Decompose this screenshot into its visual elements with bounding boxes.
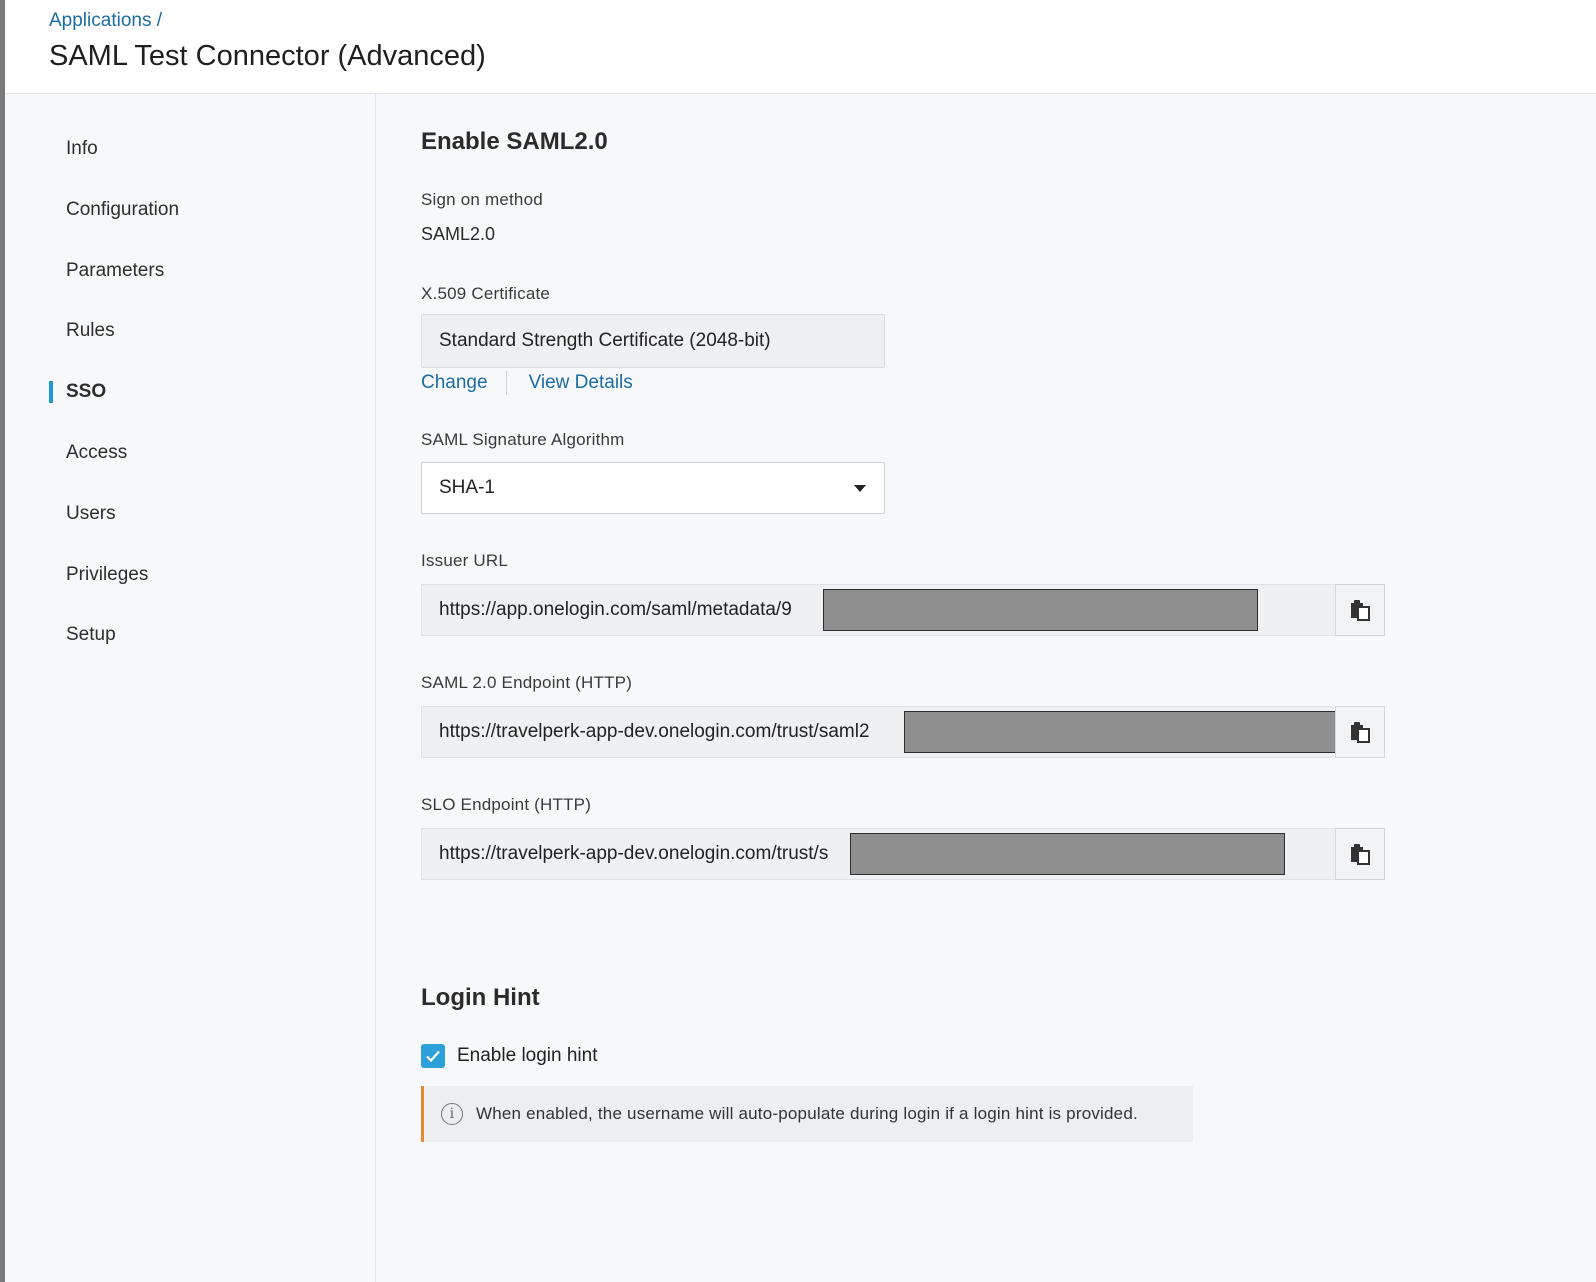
- enable-login-hint-label[interactable]: Enable login hint: [457, 1045, 598, 1067]
- active-indicator: [49, 381, 53, 403]
- login-hint-checkbox-row: Enable login hint: [421, 1044, 598, 1068]
- sidebar-item-label: SSO: [66, 381, 107, 402]
- copy-saml-endpoint-button[interactable]: [1335, 706, 1385, 758]
- info-icon: i: [441, 1103, 463, 1125]
- checkmark-icon: [426, 1050, 440, 1063]
- sidebar-item-label: Access: [66, 442, 128, 463]
- sidebar-item-setup[interactable]: Setup: [5, 610, 375, 660]
- sidebar-item-label: Parameters: [66, 260, 165, 281]
- sidebar-nav: Info Configuration Parameters Rules SSO …: [5, 94, 376, 1282]
- signature-algorithm-label: SAML Signature Algorithm: [421, 430, 625, 449]
- sidebar-item-label: Rules: [66, 320, 115, 341]
- enable-login-hint-checkbox[interactable]: [421, 1044, 445, 1068]
- notice-text: When enabled, the username will auto-pop…: [476, 1104, 1138, 1123]
- login-hint-notice: i When enabled, the username will auto-p…: [421, 1086, 1193, 1142]
- section-title-login-hint: Login Hint: [421, 984, 540, 1011]
- change-certificate-link[interactable]: Change: [421, 372, 488, 394]
- sidebar-item-users[interactable]: Users: [5, 489, 375, 539]
- certificate-field: Standard Strength Certificate (2048-bit): [421, 314, 885, 368]
- saml-endpoint-label: SAML 2.0 Endpoint (HTTP): [421, 673, 633, 692]
- issuer-url-row: https://app.onelogin.com/saml/metadata/9: [421, 584, 1385, 636]
- slo-endpoint-value: https://travelperk-app-dev.onelogin.com/…: [439, 843, 829, 864]
- sidebar-item-label: Users: [66, 503, 116, 524]
- signature-algorithm-value: SHA-1: [439, 477, 495, 498]
- certificate-value: Standard Strength Certificate (2048-bit): [439, 330, 771, 351]
- sidebar-item-parameters[interactable]: Parameters: [5, 246, 375, 296]
- redaction-box: [850, 833, 1285, 875]
- issuer-url-label: Issuer URL: [421, 551, 509, 570]
- sidebar-item-info[interactable]: Info: [5, 124, 375, 174]
- issuer-url-value: https://app.onelogin.com/saml/metadata/9: [439, 599, 792, 620]
- sidebar-item-label: Info: [66, 138, 98, 159]
- copy-issuer-url-button[interactable]: [1335, 584, 1385, 636]
- page-title: SAML Test Connector (Advanced): [49, 40, 486, 72]
- saml-endpoint-row: https://travelperk-app-dev.onelogin.com/…: [421, 706, 1385, 758]
- saml-endpoint-value: https://travelperk-app-dev.onelogin.com/…: [439, 721, 870, 742]
- clipboard-copy-icon: [1351, 600, 1370, 621]
- signature-algorithm-select[interactable]: SHA-1: [421, 462, 885, 514]
- sidebar-item-configuration[interactable]: Configuration: [5, 185, 375, 235]
- page-header: Applications / SAML Test Connector (Adva…: [5, 0, 1596, 94]
- breadcrumb-applications[interactable]: Applications /: [49, 10, 162, 32]
- sidebar-item-sso[interactable]: SSO: [5, 367, 375, 417]
- slo-endpoint-label: SLO Endpoint (HTTP): [421, 795, 592, 814]
- redaction-box: [823, 589, 1258, 631]
- redaction-box: [904, 711, 1335, 753]
- section-title-saml: Enable SAML2.0: [421, 128, 608, 155]
- issuer-url-field[interactable]: https://app.onelogin.com/saml/metadata/9: [421, 584, 1335, 636]
- certificate-links: Change View Details: [421, 370, 633, 396]
- certificate-label: X.509 Certificate: [421, 284, 551, 303]
- view-details-link[interactable]: View Details: [529, 372, 633, 394]
- slo-endpoint-row: https://travelperk-app-dev.onelogin.com/…: [421, 828, 1385, 880]
- sidebar-item-label: Setup: [66, 624, 116, 645]
- caret-down-icon: [854, 484, 866, 492]
- link-divider: [505, 371, 507, 395]
- sidebar-item-label: Configuration: [66, 199, 180, 220]
- copy-slo-endpoint-button[interactable]: [1335, 828, 1385, 880]
- sign-on-method-label: Sign on method: [421, 190, 543, 209]
- sign-on-method-value: SAML2.0: [421, 224, 496, 244]
- slo-endpoint-field[interactable]: https://travelperk-app-dev.onelogin.com/…: [421, 828, 1335, 880]
- sidebar-item-access[interactable]: Access: [5, 428, 375, 478]
- sidebar-item-rules[interactable]: Rules: [5, 306, 375, 356]
- sidebar-item-privileges[interactable]: Privileges: [5, 550, 375, 600]
- sidebar-item-label: Privileges: [66, 564, 149, 585]
- clipboard-copy-icon: [1351, 844, 1370, 865]
- sso-panel: Enable SAML2.0 Sign on method SAML2.0 X.…: [376, 94, 1596, 1282]
- saml-endpoint-field[interactable]: https://travelperk-app-dev.onelogin.com/…: [421, 706, 1335, 758]
- clipboard-copy-icon: [1351, 722, 1370, 743]
